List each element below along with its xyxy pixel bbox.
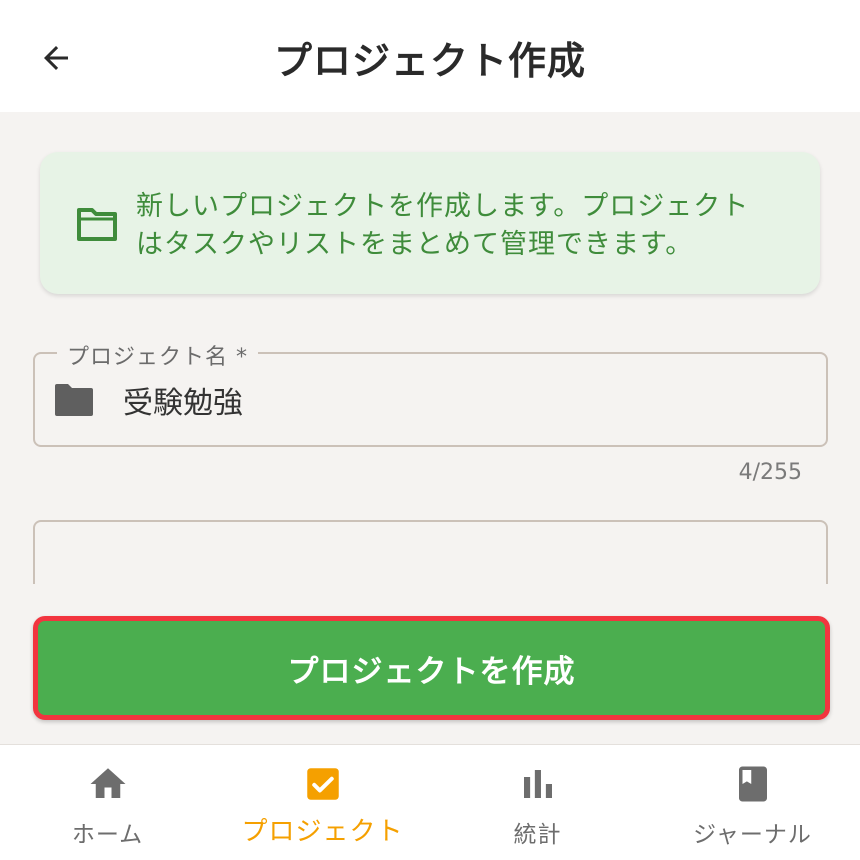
nav-label-journal: ジャーナル (693, 822, 812, 848)
bottom-navigation: ホーム プロジェクト 統計 ジャーナル (0, 744, 860, 860)
book-icon (738, 766, 767, 802)
nav-label-home: ホーム (71, 822, 144, 848)
project-name-input[interactable] (123, 382, 803, 417)
nav-label-stats: 統計 (513, 822, 562, 848)
folder-outline-icon (77, 208, 117, 241)
nav-item-stats[interactable]: 統計 (430, 745, 645, 860)
project-name-field[interactable]: プロジェクト名 * (33, 339, 828, 447)
page-title: プロジェクト作成 (273, 39, 586, 83)
nav-item-projects[interactable]: プロジェクト (215, 745, 430, 860)
info-card: 新しいプロジェクトを作成します。プロジェクトはタスクやリストをまとめて管理できま… (40, 152, 820, 294)
nav-item-home[interactable]: ホーム (0, 745, 215, 860)
character-counter: 4/255 (738, 460, 802, 485)
home-icon (90, 768, 125, 798)
bar-chart-icon (523, 770, 552, 798)
create-project-button[interactable]: プロジェクトを作成 (33, 616, 830, 720)
info-text: 新しいプロジェクトを作成します。プロジェクトはタスクやリストをまとめて管理できま… (136, 191, 750, 260)
project-name-label: プロジェクト名 * (57, 339, 258, 371)
nav-label-projects: プロジェクト (241, 817, 404, 847)
folder-icon (55, 384, 93, 416)
app-bar: プロジェクト作成 (0, 0, 860, 112)
nav-item-journal[interactable]: ジャーナル (645, 745, 860, 860)
create-project-button-label: プロジェクトを作成 (287, 653, 576, 690)
checkbox-icon (306, 768, 339, 800)
